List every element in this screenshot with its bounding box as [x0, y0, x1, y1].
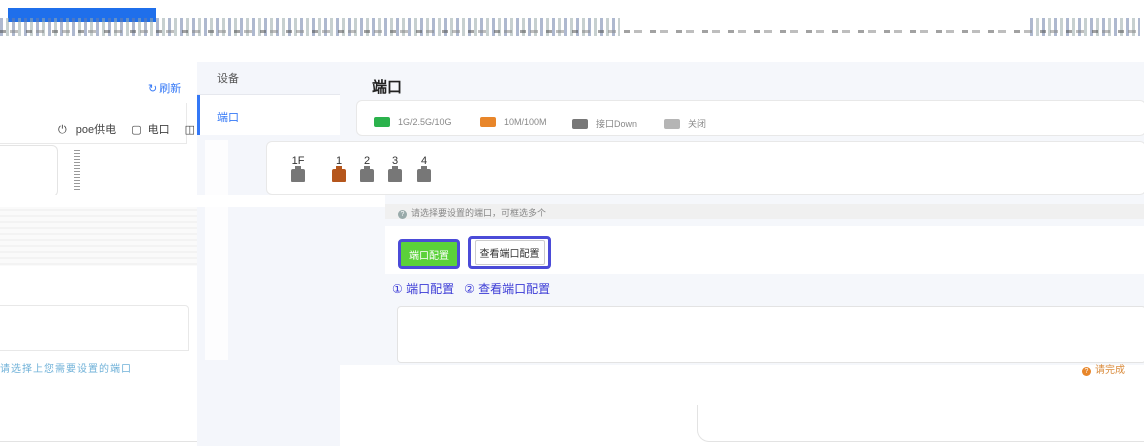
- fast-swatch-icon: [480, 117, 496, 127]
- nav-item-device[interactable]: 设备: [217, 70, 239, 86]
- fiber-port-icon: ◫: [184, 124, 196, 136]
- left-hint-text: 请选择上您需要设置的端口: [0, 364, 132, 375]
- annotation-step-1: ① 端口配置: [392, 282, 455, 296]
- nav-active-indicator: [197, 95, 200, 135]
- right-bottom-panel: [697, 405, 1144, 442]
- step-annotations: ① 端口配置 ② 查看端口配置: [392, 280, 560, 297]
- port-legend-card: [356, 100, 1144, 136]
- ethernet-port-icon: [360, 166, 374, 182]
- scroll-handle[interactable]: [74, 150, 80, 190]
- port-1[interactable]: 1: [331, 155, 347, 182]
- legend-item-gigabit: 1G/2.5G/10G: [374, 117, 452, 127]
- off-swatch-icon: [664, 118, 680, 129]
- port-1f[interactable]: 1F: [290, 155, 306, 182]
- nav-overlay: [205, 140, 228, 360]
- down-swatch-icon: [572, 118, 588, 129]
- ethernet-port-icon: [291, 166, 305, 182]
- port-config-button[interactable]: 端口配置: [398, 239, 460, 269]
- port-2[interactable]: 2: [359, 155, 375, 182]
- copper-legend: ▢ 电口: [131, 124, 170, 136]
- left-faint-area: [0, 203, 205, 266]
- annotation-step-2: ② 查看端口配置: [464, 282, 551, 296]
- poe-legend: ⏻ poe供电: [58, 124, 117, 136]
- ethernet-port-icon: [332, 166, 346, 182]
- legend-item-100m: 10M/100M: [480, 117, 547, 127]
- header-divider: [0, 30, 1144, 33]
- header-noise: [0, 18, 620, 36]
- left-config-box: [0, 305, 189, 351]
- nav-item-port[interactable]: 端口: [217, 109, 239, 125]
- copper-port-icon: ▢: [131, 124, 142, 136]
- left-white-strip: [0, 195, 385, 207]
- warning-icon: ?: [1082, 367, 1091, 376]
- port-3[interactable]: 3: [387, 155, 403, 182]
- legend-item-down: 接口Down: [572, 117, 637, 130]
- view-port-config-button[interactable]: 查看端口配置: [468, 236, 551, 269]
- port-config-area: [397, 306, 1144, 363]
- gigabit-swatch-icon: [374, 117, 390, 127]
- ethernet-port-icon: [388, 166, 402, 182]
- power-icon: ⏻: [58, 124, 67, 136]
- page-title: 端口: [372, 79, 403, 96]
- select-hint: ? 请选择要设置的端口，可框选多个: [398, 206, 546, 219]
- refresh-button[interactable]: ↻ 刷新: [148, 80, 181, 96]
- port-4[interactable]: 4: [416, 155, 432, 182]
- help-icon: ?: [398, 210, 407, 219]
- ethernet-port-icon: [417, 166, 431, 182]
- top-header: [0, 0, 1144, 46]
- legend-item-off: 关闭: [664, 117, 706, 130]
- warning-hint: ? 请完成: [1082, 361, 1125, 376]
- refresh-icon: ↻: [148, 83, 158, 95]
- left-device-box: [0, 145, 58, 197]
- header-noise-right: [1030, 18, 1140, 36]
